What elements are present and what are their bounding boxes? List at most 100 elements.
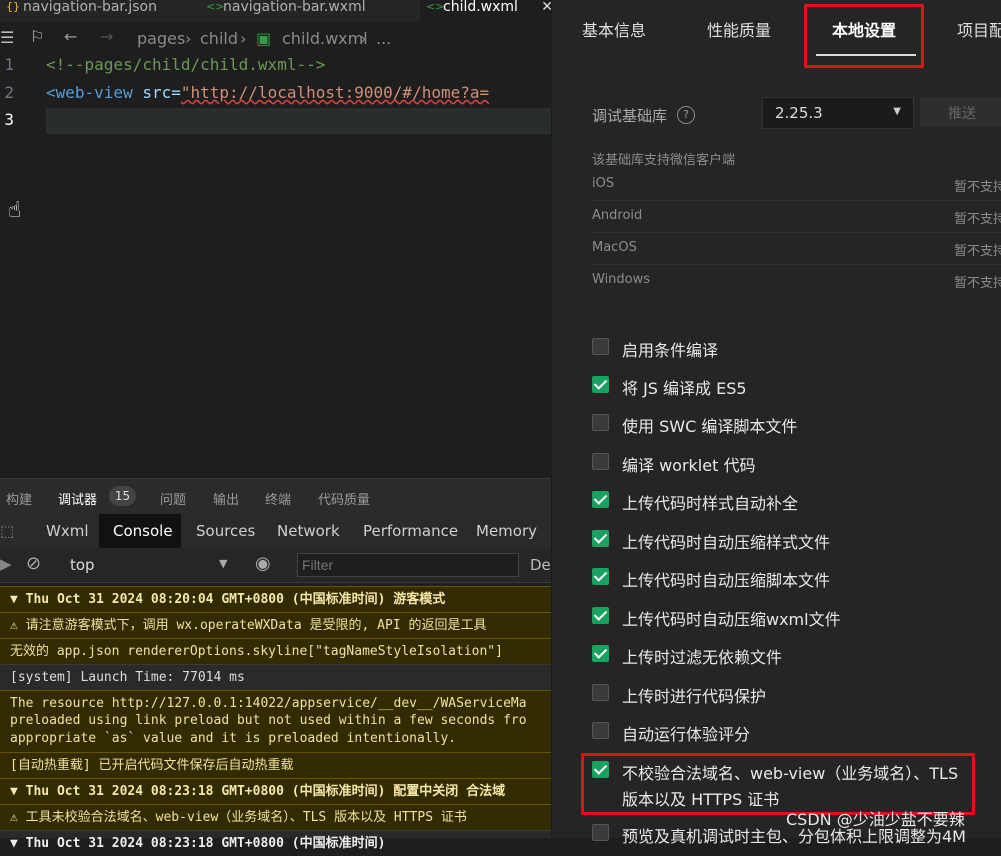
devtools-panel-tabs: ⬚ Wxml Console Sources Network Performan… [0, 514, 551, 549]
breadcrumb-item[interactable]: child.wxml [282, 29, 368, 48]
log-warning: preloaded using link preload but not use… [0, 712, 551, 730]
tab-navigation-bar-wxml[interactable]: <>navigation-bar.wxml [200, 0, 410, 22]
tab-debugger[interactable]: 调试器 [58, 489, 97, 508]
checkbox-worklet[interactable] [592, 453, 609, 470]
sidebar-toggle-icon[interactable]: ▶ [0, 555, 12, 573]
option-label: 将 JS 编译成 ES5 [622, 379, 747, 398]
checkbox-auto-audit[interactable] [592, 722, 609, 739]
code-attr: src= [132, 83, 181, 102]
inspect-icon[interactable]: ⬚ [0, 522, 14, 540]
log-warning[interactable]: [自动热重载] 已开启代码文件保存后自动热重载 [0, 752, 551, 778]
checkbox-minify-script[interactable] [592, 568, 609, 585]
current-line-highlight[interactable] [46, 108, 551, 134]
option-label: 上传代码时自动压缩wxml文件 [622, 610, 841, 629]
breadcrumb-item[interactable]: ... [376, 29, 391, 48]
base-lib-select[interactable]: 2.25.3 ▼ [762, 97, 914, 129]
count-badge: 15 [109, 486, 136, 506]
platform-status: 暂不支持 [954, 212, 1001, 227]
settings-panel: 基本信息 性能质量 本地设置 项目配 调试基础库 ? 2.25.3 ▼ 推送 该… [551, 0, 1001, 846]
support-title: 该基础库支持微信客户端 [592, 153, 736, 168]
checkbox-code-protect[interactable] [592, 684, 609, 701]
breadcrumb: ☰ ⚐ ← → pages › child › ▣ child.wxml › .… [0, 27, 551, 51]
context-select[interactable]: top [70, 556, 95, 574]
checkbox-style-autoprefix[interactable] [592, 491, 609, 508]
chevron-down-icon: ▼ [893, 106, 901, 117]
tab-performance-quality[interactable]: 性能质量 [707, 17, 771, 41]
checkbox-swc[interactable] [592, 414, 609, 431]
log-warning[interactable]: ⚠ 工具未校验合法域名、web-view（业务域名）、TLS 版本以及 HTTP… [0, 804, 551, 830]
log-warning[interactable]: The resource http://127.0.0.1:14022/apps… [0, 690, 551, 712]
option-label: 上传代码时自动压缩样式文件 [622, 533, 831, 552]
log-warning: appropriate `as` value and it is preload… [0, 730, 551, 752]
eye-icon[interactable]: ◉ [255, 553, 271, 574]
tab-build[interactable]: 构建 [6, 489, 32, 508]
back-arrow-icon[interactable]: ← [64, 27, 77, 46]
code-line[interactable]: <web-view src="http://localhost:9000/#/h… [46, 83, 489, 102]
platform-name: Windows [592, 272, 651, 287]
forward-arrow-icon: → [100, 27, 114, 46]
help-icon[interactable]: ? [677, 106, 695, 124]
divider [592, 200, 1001, 201]
log-warning[interactable]: 无效的 app.json rendererOptions.skyline["ta… [0, 638, 551, 664]
log-levels-select[interactable]: De [530, 556, 551, 574]
chevron-right-icon: › [185, 29, 192, 48]
option-label: 上传时进行代码保护 [622, 687, 767, 706]
tab-child-wxml[interactable]: <>child.wxml ✕ [420, 0, 557, 22]
editor-tab-bar: {} navigation-bar.json <>navigation-bar.w… [0, 0, 557, 22]
breadcrumb-item[interactable]: child [200, 29, 238, 48]
chevron-down-icon[interactable]: ▼ [219, 557, 227, 570]
hand-cursor-icon: ☝ [8, 198, 22, 223]
console-log-area: ▼ Thu Oct 31 2024 08:20:04 GMT+0800 (中国标… [0, 586, 551, 851]
log-group-header[interactable]: ▼ Thu Oct 31 2024 08:23:18 GMT+0800 (中国标… [0, 830, 551, 856]
tab-console[interactable]: Console [113, 522, 173, 540]
log-group-header[interactable]: ▼ Thu Oct 31 2024 08:23:18 GMT+0800 (中国标… [0, 778, 551, 804]
devtools-top-tabs: 构建 调试器 15 问题 输出 终端 代码质量 [0, 478, 551, 515]
tab-code-quality[interactable]: 代码质量 [318, 489, 370, 508]
console-toolbar: ▶ ⊘ top ▼ ◉ De [0, 548, 551, 583]
platform-status: 暂不支持 [954, 244, 1001, 259]
tab-memory[interactable]: Memory [476, 522, 537, 540]
code-value: "http://localhost:9000/#/home?a= [180, 83, 490, 102]
watermark: CSDN @少油少盐不要辣 [786, 810, 965, 829]
checkbox-filter-unused[interactable] [592, 645, 609, 662]
tab-issues[interactable]: 问题 [160, 489, 186, 508]
line-number: 1 [4, 55, 14, 74]
option-label: 上传代码时自动压缩脚本文件 [622, 571, 831, 590]
log-group-header[interactable]: ▼ Thu Oct 31 2024 08:20:04 GMT+0800 (中国标… [0, 586, 551, 612]
checkbox-4m-limit[interactable] [592, 824, 609, 841]
checkbox-js-es5[interactable] [592, 376, 609, 393]
tab-basic-info[interactable]: 基本信息 [582, 17, 646, 41]
tab-terminal[interactable]: 终端 [265, 489, 291, 508]
code-comment[interactable]: <!--pages/child/child.wxml--> [46, 55, 325, 74]
highlight-box [804, 4, 924, 68]
breadcrumb-item[interactable]: pages [137, 29, 185, 48]
checkbox-minify-wxml[interactable] [592, 607, 609, 624]
tab-network[interactable]: Network [277, 522, 340, 540]
platform-status: 暂不支持 [954, 276, 1001, 291]
list-icon[interactable]: ☰ [0, 28, 14, 47]
chevron-right-icon: › [360, 29, 367, 48]
tab-project-config[interactable]: 项目配 [957, 17, 1001, 41]
line-number: 3 [4, 110, 14, 129]
wxml-file-icon: <> [206, 0, 225, 13]
log-entry[interactable]: [system] Launch Time: 77014 ms [0, 664, 551, 690]
clear-console-icon[interactable]: ⊘ [26, 553, 41, 574]
checkbox-conditional-compile[interactable] [592, 338, 609, 355]
tab-sources[interactable]: Sources [196, 522, 255, 540]
option-label: 启用条件编译 [622, 341, 719, 360]
push-label: 推送 [948, 106, 976, 122]
option-label: 上传时过滤无依赖文件 [622, 648, 783, 667]
tab-performance[interactable]: Performance [363, 522, 458, 540]
push-button[interactable]: 推送 [920, 97, 1001, 127]
bookmark-icon[interactable]: ⚐ [30, 27, 44, 46]
tab-wxml[interactable]: Wxml [46, 522, 89, 540]
wxml-file-icon: <> [426, 0, 445, 13]
tab-output[interactable]: 输出 [213, 489, 239, 508]
line-number: 2 [4, 83, 14, 102]
wxml-file-icon: ▣ [256, 29, 272, 48]
log-warning[interactable]: ⚠ 请注意游客模式下，调用 wx.operateWXData 是受限的, API… [0, 612, 551, 638]
tab-navigation-bar-json[interactable]: {} navigation-bar.json [0, 0, 188, 22]
checkbox-minify-style[interactable] [592, 530, 609, 547]
divider [592, 232, 1001, 233]
filter-input[interactable] [297, 553, 519, 577]
